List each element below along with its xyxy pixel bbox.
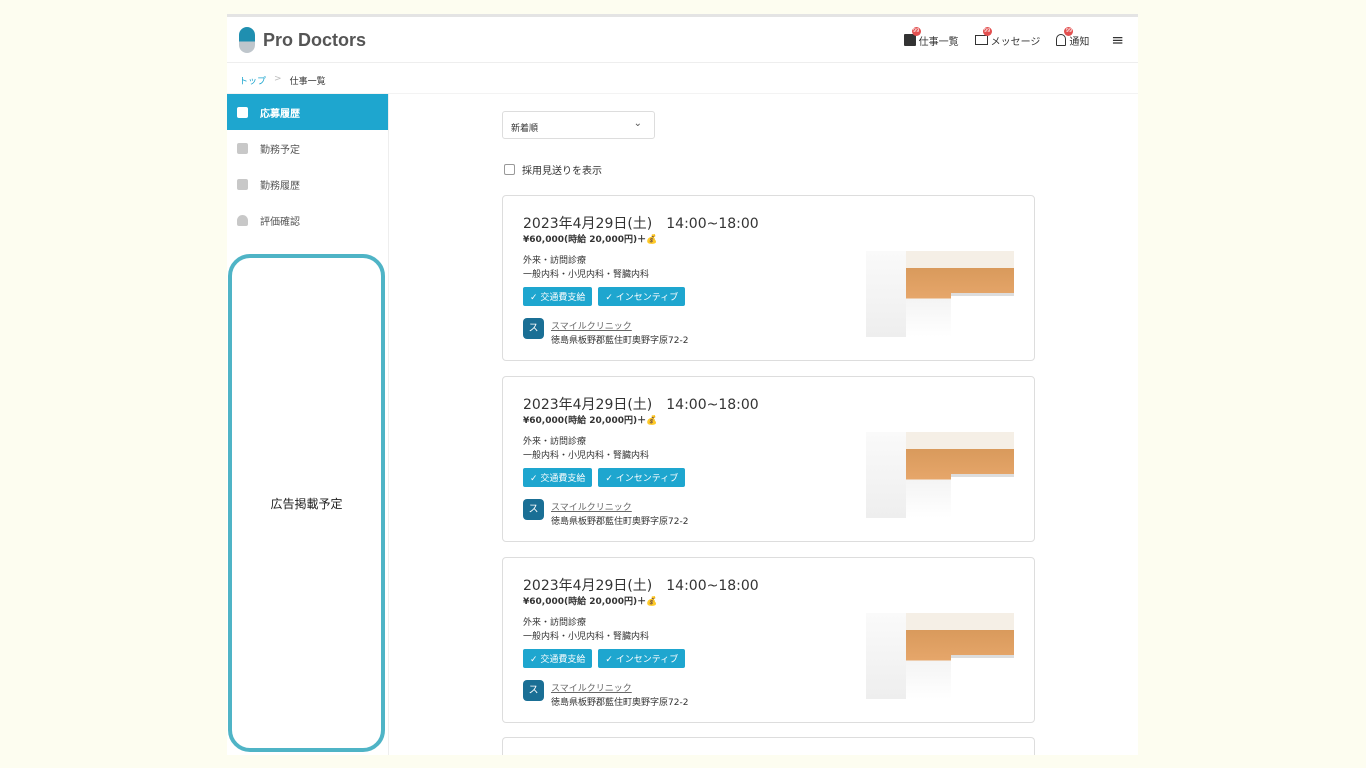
job-card[interactable]: 2023年4月29日(土) 14:00~18:00 ¥60,000(時給 20,… [502,376,1035,542]
clinic-photo [866,251,1014,340]
sidebar-item-schedule[interactable]: 勤務予定 [227,130,388,166]
nav-label: メッセージ [990,36,1041,48]
clinic-photo [866,613,1014,702]
mail-icon [974,35,988,45]
job-type: 外来・訪問診療 [523,437,587,447]
nav-label: 仕事一覧 [918,36,959,48]
breadcrumb-home-link[interactable]: トップ [239,74,266,87]
app-frame: Pro Doctors 99 仕事一覧 99 メッセージ 99 通知 ≡ トップ… [227,14,1138,755]
job-card[interactable]: 2023年4月29日(土) 14:00~18:00 ¥60,000(時給 20,… [502,195,1035,361]
job-pay: ¥60,000(時給 20,000円)＋💰 [523,235,658,245]
badge: 99 [1064,26,1074,36]
sidebar-item-reviews[interactable]: 評価確認 [227,202,388,238]
clinic-photo [866,432,1014,521]
tag-list: ✓ 交通費支給 ✓ インセンティブ [523,287,686,306]
job-date: 2023年4月29日(土) 14:00~18:00 [523,216,759,232]
job-departments: 一般内科・小児内科・腎臓内科 [523,270,650,280]
logo[interactable]: Pro Doctors [239,27,366,53]
breadcrumb: トップ > 仕事一覧 [227,63,1138,94]
job-pay: ¥60,000(時給 20,000円)＋💰 [523,597,658,607]
job-departments: 一般内科・小児内科・腎臓内科 [523,451,650,461]
job-pay: ¥60,000(時給 20,000円)＋💰 [523,416,658,426]
sidebar-item-label: 評価確認 [260,216,300,228]
checkbox-label: 採用見送りを表示 [522,166,602,177]
job-list-icon [903,34,916,46]
document-icon [237,142,248,154]
tag-incentive: ✓ インセンティブ [598,468,686,487]
breadcrumb-separator: > [274,74,282,84]
hamburger-menu-icon[interactable]: ≡ [1111,31,1124,49]
sidebar-item-applications[interactable]: 応募履歴 [227,94,388,130]
badge: 99 [911,26,921,36]
nav-label: 通知 [1069,36,1090,48]
tag-incentive: ✓ インセンティブ [598,649,686,668]
home-icon [237,106,248,118]
chevron-down-icon: ⌄ [633,118,642,129]
top-nav: 99 仕事一覧 99 メッセージ 99 通知 ≡ [903,26,1124,49]
clinic-address: 徳島県板野郡藍住町奥野字原72-2 [551,698,689,708]
sidebar-item-work-history[interactable]: 勤務履歴 [227,166,388,202]
job-date: 2023年4月29日(土) 14:00~18:00 [523,578,759,594]
clinic-link[interactable]: スマイルクリニック [551,681,632,694]
sidebar-item-label: 勤務予定 [260,144,300,156]
nav-notifications[interactable]: 99 通知 [1056,26,1090,48]
tag-list: ✓ 交通費支給 ✓ インセンティブ [523,649,686,668]
sort-value: 新着順 [511,124,539,134]
breadcrumb-current: 仕事一覧 [289,77,326,87]
sort-select[interactable]: 新着順 ⌄ [502,111,655,139]
nav-messages[interactable]: 99 メッセージ [974,26,1041,48]
clinic-avatar: ス [523,499,544,520]
tag-transport: ✓ 交通費支給 [523,468,593,487]
clinic-link[interactable]: スマイルクリニック [551,319,632,332]
clinic-address: 徳島県板野郡藍住町奥野字原72-2 [551,336,689,346]
tag-transport: ✓ 交通費支給 [523,649,593,668]
sidebar-item-label: 応募履歴 [260,108,300,120]
ad-text: 広告掲載予定 [270,496,343,511]
job-card[interactable] [502,737,1035,755]
tag-list: ✓ 交通費支給 ✓ インセンティブ [523,468,686,487]
job-type: 外来・訪問診療 [523,618,587,628]
badge: 99 [982,26,992,36]
clinic-address: 徳島県板野郡藍住町奥野字原72-2 [551,517,689,527]
ad-placeholder: 広告掲載予定 [228,254,385,752]
header: Pro Doctors 99 仕事一覧 99 メッセージ 99 通知 ≡ [227,17,1138,63]
nav-job-list[interactable]: 99 仕事一覧 [903,26,959,48]
tag-incentive: ✓ インセンティブ [598,287,686,306]
job-type: 外来・訪問診療 [523,256,587,266]
job-departments: 一般内科・小児内科・腎臓内科 [523,632,650,642]
id-card-icon [237,178,248,190]
logo-icon [239,27,255,53]
clinic-link[interactable]: スマイルクリニック [551,500,632,513]
sidebar: 応募履歴 勤務予定 勤務履歴 評価確認 広告掲載予定 [227,94,389,755]
person-icon [237,214,248,226]
show-rejected-checkbox[interactable]: 採用見送りを表示 [504,162,602,177]
clinic-avatar: ス [523,318,544,339]
checkbox[interactable] [504,164,515,175]
job-date: 2023年4月29日(土) 14:00~18:00 [523,397,759,413]
bell-icon [1056,34,1067,46]
tag-transport: ✓ 交通費支給 [523,287,593,306]
clinic-avatar: ス [523,680,544,701]
job-card[interactable]: 2023年4月29日(土) 14:00~18:00 ¥60,000(時給 20,… [502,557,1035,723]
logo-text: Pro Doctors [263,29,367,50]
sidebar-item-label: 勤務履歴 [260,180,300,192]
